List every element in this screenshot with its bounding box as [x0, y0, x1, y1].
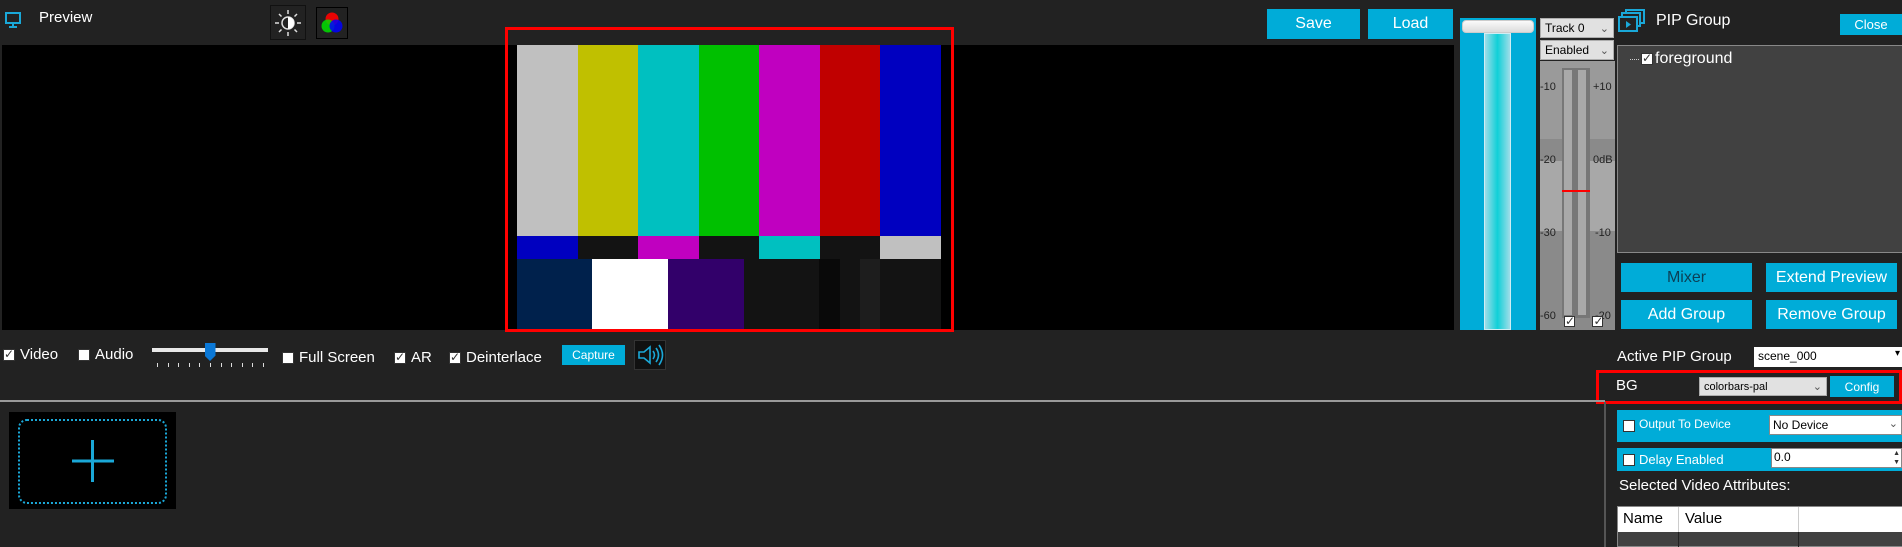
slider-tick [220, 363, 222, 367]
dropdown-arrow-icon: ▾ [1894, 348, 1900, 359]
tree-item-label: foreground [1655, 50, 1733, 67]
meter-scale-left-0: -10 [1540, 81, 1556, 93]
capture-button[interactable]: Capture [562, 345, 625, 365]
meter-scale-right-2: -10 [1595, 227, 1611, 239]
slider-tick [252, 363, 254, 367]
slider-tick [157, 363, 158, 367]
remove-group-button[interactable]: Remove Group [1766, 300, 1897, 329]
attributes-header: Name Value [1618, 507, 1902, 532]
slider-tick [210, 363, 211, 367]
add-source-tile[interactable] [9, 412, 176, 509]
pip-tree[interactable]: foreground [1617, 45, 1902, 253]
horizontal-divider [0, 400, 1605, 402]
meter-right-checkbox[interactable] [1592, 314, 1604, 328]
delay-label: Delay Enabled [1639, 452, 1724, 467]
attributes-title: Selected Video Attributes: [1619, 477, 1791, 494]
volume-slider[interactable] [152, 343, 268, 369]
tree-item-foreground[interactable]: foreground [1630, 50, 1732, 68]
output-device-checkbox[interactable] [1623, 420, 1635, 432]
column-empty [1799, 507, 1902, 532]
rgb-color-wheel-icon [317, 12, 347, 42]
plus-icon [72, 440, 114, 487]
meter-scale-left-3: -60 [1540, 310, 1556, 322]
audio-meter: -10 -20 -30 -60 +10 0dB -10 -20 [1540, 61, 1615, 330]
audio-toggle[interactable]: Audio [78, 346, 133, 363]
video-level-track [1484, 33, 1511, 330]
column-value[interactable]: Value [1679, 507, 1799, 532]
fullscreen-toggle[interactable]: Full Screen [282, 349, 375, 366]
video-checkbox[interactable] [3, 347, 15, 361]
save-button[interactable]: Save [1267, 9, 1360, 39]
ar-checkbox[interactable] [394, 350, 406, 364]
monitor-icon [5, 12, 21, 28]
column-name[interactable]: Name [1618, 507, 1679, 532]
delay-spinner[interactable]: 0.0 ▲ ▼ [1771, 448, 1902, 468]
deinterlace-checkbox[interactable] [449, 350, 461, 364]
add-group-button[interactable]: Add Group [1621, 300, 1752, 329]
meter-left-checkbox[interactable] [1564, 314, 1575, 328]
slider-tick [231, 363, 233, 367]
spinner-arrows-icon[interactable]: ▲ ▼ [1893, 449, 1900, 467]
highlight-box-bg [1596, 370, 1902, 404]
brightness-contrast-button[interactable] [270, 5, 306, 40]
pip-group-icon [1618, 9, 1646, 33]
deinterlace-toggle[interactable]: Deinterlace [449, 349, 542, 366]
active-pip-label: Active PIP Group [1617, 348, 1732, 365]
page-title: Preview [39, 9, 93, 26]
slider-tick [241, 363, 243, 367]
speaker-button[interactable] [634, 340, 666, 370]
track-select[interactable]: Track 0 ⌄ [1540, 18, 1614, 38]
load-button[interactable]: Load [1368, 9, 1453, 39]
video-toggle[interactable]: Video [3, 346, 58, 363]
video-label: Video [20, 346, 59, 363]
highlight-box-preview [505, 27, 954, 332]
chevron-down-icon: ⌄ [1888, 418, 1898, 430]
attributes-table: Name Value [1617, 506, 1902, 547]
enabled-select[interactable]: Enabled ⌄ [1540, 40, 1614, 60]
close-button[interactable]: Close [1840, 14, 1902, 35]
meter-channel-right [1578, 70, 1586, 315]
output-device-select[interactable]: No Device ⌄ [1769, 415, 1902, 435]
color-adjust-button[interactable] [316, 7, 348, 39]
slider-tick [263, 363, 264, 367]
video-level-slider[interactable] [1460, 18, 1536, 330]
delay-row: Delay Enabled 0.0 ▲ ▼ [1617, 448, 1902, 471]
meter-channel-left [1564, 70, 1572, 315]
meter-scale-right-0: +10 [1593, 81, 1612, 93]
output-device-row: Output To Device No Device ⌄ [1617, 410, 1902, 442]
vertical-divider [1604, 402, 1606, 547]
attributes-row [1618, 532, 1902, 547]
slider-tick [167, 363, 169, 367]
slider-tick [199, 363, 201, 367]
ar-toggle[interactable]: AR [394, 349, 432, 366]
chevron-down-icon: ⌄ [1599, 22, 1609, 35]
chevron-down-icon: ⌄ [1599, 44, 1609, 57]
brightness-contrast-icon [271, 10, 305, 43]
speaker-icon [635, 344, 665, 373]
deinterlace-label: Deinterlace [466, 349, 542, 366]
delay-checkbox[interactable] [1623, 454, 1635, 466]
video-level-thumb[interactable] [1462, 20, 1534, 33]
pip-group-title: PIP Group [1656, 12, 1731, 29]
meter-scale-right-1: 0dB [1593, 154, 1613, 166]
slider-tick [188, 363, 190, 367]
ar-label: AR [411, 349, 432, 366]
output-device-label: Output To Device [1639, 417, 1731, 431]
meter-scale-left-1: -20 [1540, 154, 1556, 166]
active-pip-select[interactable]: scene_000 ▾ [1754, 347, 1902, 367]
fullscreen-checkbox[interactable] [282, 351, 294, 364]
audio-checkbox[interactable] [78, 348, 90, 361]
slider-thumb[interactable] [204, 343, 216, 361]
audio-label: Audio [95, 346, 134, 363]
meter-scale-left-2: -30 [1540, 227, 1556, 239]
mixer-button[interactable]: Mixer [1621, 263, 1752, 292]
extend-preview-button[interactable]: Extend Preview [1766, 263, 1897, 292]
tree-connector [1630, 58, 1639, 60]
slider-tick [178, 363, 180, 367]
fullscreen-label: Full Screen [299, 349, 375, 366]
meter-level-marker [1562, 190, 1590, 192]
foreground-checkbox[interactable] [1641, 51, 1653, 65]
